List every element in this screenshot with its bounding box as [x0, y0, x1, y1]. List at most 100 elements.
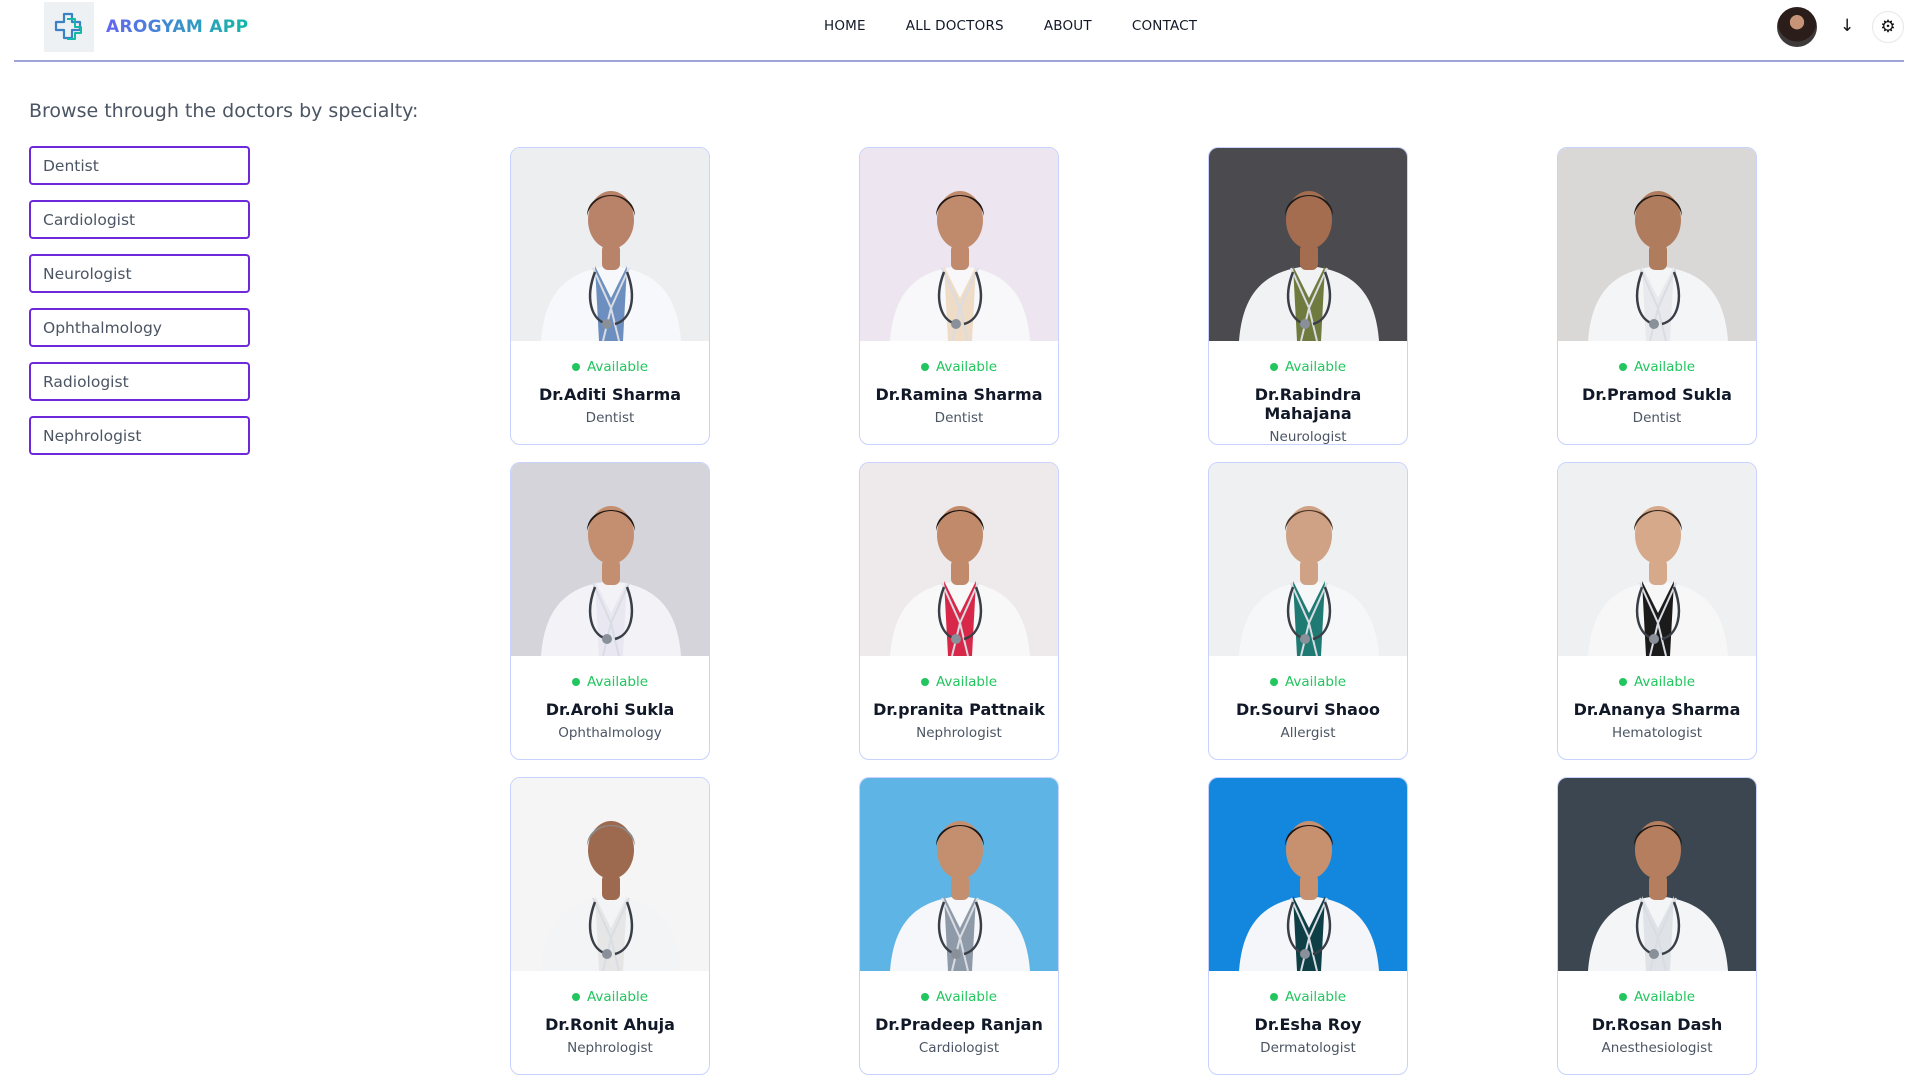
status-dot-icon [1269, 363, 1278, 371]
nav-home[interactable]: HOME [824, 18, 866, 34]
doctor-photo [860, 463, 1058, 656]
doctor-name: Dr.pranita Pattnaik [873, 700, 1045, 719]
doctor-photo [511, 148, 709, 341]
filter-ophthalmology[interactable]: Ophthalmology [29, 308, 250, 347]
gear-icon[interactable]: ⚙ [1872, 11, 1904, 43]
doctor-info: Available Dr.Pramod Sukla Dentist [1558, 341, 1756, 426]
filter-neurologist[interactable]: Neurologist [29, 254, 250, 293]
availability-status: Available [1558, 674, 1756, 690]
main-nav: HOME ALL DOCTORS ABOUT CONTACT [824, 18, 1237, 34]
doctor-card[interactable]: Available Dr.Ramina Sharma Dentist [859, 147, 1059, 445]
status-label: Available [1284, 359, 1347, 375]
doctor-specialty: Nephrologist [567, 1040, 653, 1056]
doctor-specialty: Neurologist [1269, 429, 1347, 445]
filter-cardiologist[interactable]: Cardiologist [29, 200, 250, 239]
doctor-photo [1209, 778, 1407, 971]
arrow-down-icon[interactable]: ↓ [1840, 16, 1854, 36]
top-header: AROGYAM APP HOME ALL DOCTORS ABOUT CONTA… [14, 0, 1904, 62]
status-dot-icon [920, 678, 929, 686]
doctor-card[interactable]: Available Dr.Aditi Sharma Dentist [510, 147, 710, 445]
nav-about[interactable]: ABOUT [1044, 18, 1092, 34]
doctor-name: Dr.Pramod Sukla [1582, 385, 1732, 404]
availability-status: Available [1209, 674, 1407, 690]
medical-cross-logo-icon [44, 2, 94, 52]
status-label: Available [586, 359, 649, 375]
doctor-name: Dr.Aditi Sharma [538, 385, 682, 404]
filter-dentist[interactable]: Dentist [29, 146, 250, 185]
doctor-specialty: Dentist [934, 410, 984, 426]
doctor-info: Available Dr.Rosan Dash Anesthesiologist [1558, 971, 1756, 1056]
status-dot-icon [1269, 678, 1278, 686]
filter-nephrologist[interactable]: Nephrologist [29, 416, 250, 455]
status-dot-icon [1618, 993, 1627, 1001]
status-label: Available [586, 989, 649, 1005]
doctor-name: Dr.Ronit Ahuja [545, 1015, 675, 1034]
availability-status: Available [511, 674, 709, 690]
doctor-photo [1558, 463, 1756, 656]
doctor-card[interactable]: Available Dr.Arohi Sukla Ophthalmology [510, 462, 710, 760]
availability-status: Available [511, 359, 709, 375]
status-label: Available [1633, 674, 1696, 690]
doctor-photo [1558, 778, 1756, 971]
status-dot-icon [1618, 363, 1627, 371]
doctor-card[interactable]: Available Dr.Rabindra Mahajana Neurologi… [1208, 147, 1408, 445]
doctor-specialty: Dermatologist [1260, 1040, 1356, 1056]
doctor-info: Available Dr.Ananya Sharma Hematologist [1558, 656, 1756, 741]
user-avatar[interactable] [1777, 7, 1817, 47]
status-dot-icon [920, 363, 929, 371]
nav-all-doctors[interactable]: ALL DOCTORS [906, 18, 1004, 34]
status-label: Available [586, 674, 649, 690]
doctor-card[interactable]: Available Dr.pranita Pattnaik Nephrologi… [859, 462, 1059, 760]
doctor-info: Available Dr.pranita Pattnaik Nephrologi… [860, 656, 1058, 741]
status-dot-icon [571, 993, 580, 1001]
doctor-specialty: Cardiologist [918, 1040, 1000, 1056]
status-label: Available [1284, 989, 1347, 1005]
doctor-photo [1209, 463, 1407, 656]
availability-status: Available [1209, 359, 1407, 375]
doctor-card[interactable]: Available Dr.Rosan Dash Anesthesiologist [1557, 777, 1757, 1075]
doctor-photo [1558, 148, 1756, 341]
status-dot-icon [1269, 993, 1278, 1001]
status-label: Available [1633, 359, 1696, 375]
doctor-name: Dr.Pradeep Ranjan [875, 1015, 1043, 1034]
status-dot-icon [1618, 678, 1627, 686]
status-label: Available [935, 674, 998, 690]
doctor-specialty: Anesthesiologist [1601, 1040, 1713, 1056]
filter-radiologist[interactable]: Radiologist [29, 362, 250, 401]
doctor-info: Available Dr.Aditi Sharma Dentist [511, 341, 709, 426]
doctor-photo [511, 463, 709, 656]
doctor-info: Available Dr.Sourvi Shaoo Allergist [1209, 656, 1407, 741]
status-label: Available [935, 359, 998, 375]
status-dot-icon [920, 993, 929, 1001]
doctor-photo [1209, 148, 1407, 341]
doctor-info: Available Dr.Esha Roy Dermatologist [1209, 971, 1407, 1056]
doctor-card[interactable]: Available Dr.Ananya Sharma Hematologist [1557, 462, 1757, 760]
doctor-photo [511, 778, 709, 971]
nav-contact[interactable]: CONTACT [1132, 18, 1197, 34]
doctor-card[interactable]: Available Dr.Ronit Ahuja Nephrologist [510, 777, 710, 1075]
availability-status: Available [1209, 989, 1407, 1005]
status-dot-icon [571, 678, 580, 686]
status-label: Available [1284, 674, 1347, 690]
doctor-grid: Available Dr.Aditi Sharma Dentist Availa… [510, 147, 1757, 1075]
doctor-specialty: Ophthalmology [558, 725, 662, 741]
doctor-name: Dr.Rabindra Mahajana [1254, 385, 1362, 423]
doctor-name: Dr.Sourvi Shaoo [1236, 700, 1380, 719]
doctor-card[interactable]: Available Dr.Pradeep Ranjan Cardiologist [859, 777, 1059, 1075]
doctor-card[interactable]: Available Dr.Esha Roy Dermatologist [1208, 777, 1408, 1075]
doctor-specialty: Dentist [1632, 410, 1682, 426]
status-label: Available [1633, 989, 1696, 1005]
doctor-card[interactable]: Available Dr.Sourvi Shaoo Allergist [1208, 462, 1408, 760]
app-logo[interactable]: AROGYAM APP [44, 2, 248, 52]
doctor-card[interactable]: Available Dr.Pramod Sukla Dentist [1557, 147, 1757, 445]
browse-heading: Browse through the doctors by specialty: [29, 100, 419, 122]
status-label: Available [935, 989, 998, 1005]
doctor-info: Available Dr.Ramina Sharma Dentist [860, 341, 1058, 426]
availability-status: Available [860, 674, 1058, 690]
specialty-filter-list: Dentist Cardiologist Neurologist Ophthal… [29, 146, 250, 470]
doctor-photo [860, 778, 1058, 971]
doctor-specialty: Nephrologist [916, 725, 1002, 741]
doctor-specialty: Allergist [1280, 725, 1336, 741]
availability-status: Available [511, 989, 709, 1005]
doctor-name: Dr.Ramina Sharma [875, 385, 1043, 404]
